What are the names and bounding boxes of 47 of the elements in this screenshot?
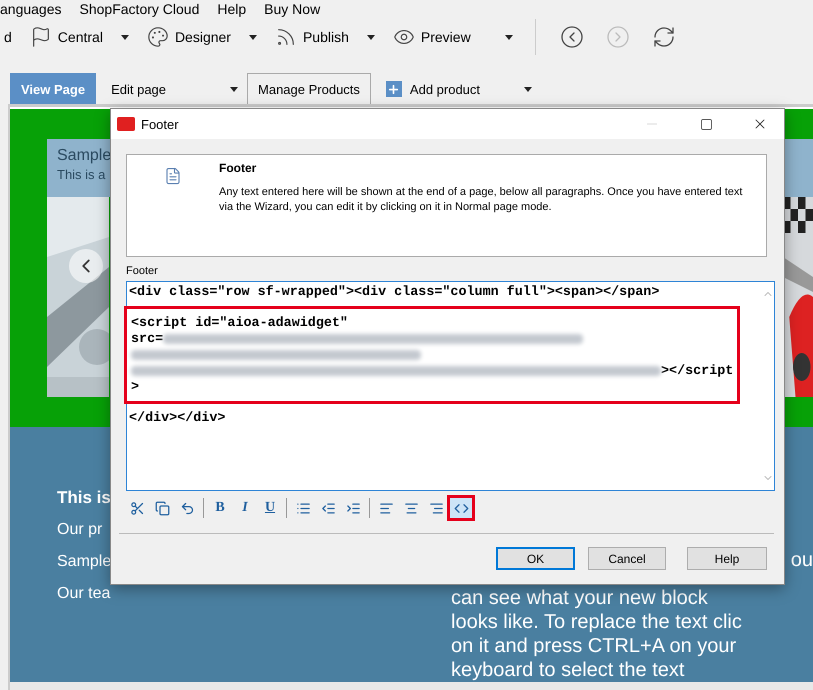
hero-subtitle: This is a [57,167,106,182]
section-heading: This is [57,487,112,509]
document-icon [164,167,182,185]
code-button[interactable] [450,498,472,518]
tab[interactable]: Edit page [100,73,244,104]
paragraph-line: on it and press CTRL+A on your [451,634,738,658]
align-left-icon [378,500,394,516]
dialog-title: Footer [141,116,180,132]
info-description: Any text entered here will be shown at the end of a page, below all paragraphs. Once you have entered text via the Wizard, you can edit it by clicking on it in Normal page mode. [219,185,744,215]
palette-icon [146,26,169,48]
paragraph-line: looks like. To replace the text clic [451,610,742,634]
toolbar-button[interactable]: Central [26,24,133,50]
align-center-icon [404,500,418,516]
toolbar-button[interactable]: Preview [388,24,517,50]
tab[interactable]: Add product [374,73,544,104]
bold-button[interactable]: B [209,498,231,518]
info-title: Footer [219,161,258,175]
align-right-icon [428,500,444,516]
carousel-prev-button[interactable] [69,249,103,283]
copy-icon [154,500,170,516]
hero-title: Sample [57,147,112,165]
plus-icon [386,81,402,97]
outdent-icon [320,500,336,516]
maximize-button[interactable] [700,118,712,130]
refresh-icon[interactable] [652,25,676,50]
italic-button[interactable]: I [234,498,256,518]
menu-item[interactable]: Buy Now [264,0,320,17]
toolbar-button[interactable]: Publish [270,24,379,50]
back-icon[interactable] [560,25,584,50]
paragraph-fragment: ou [790,549,813,572]
paragraph-line: keyboard to select the text [451,658,686,682]
field-label: Footer [126,265,159,277]
underline-button[interactable]: U [259,498,281,518]
dialog-button[interactable]: OK [496,547,575,570]
undo-icon [180,500,194,516]
dialog-button[interactable]: Cancel [588,547,666,570]
paragraph-line: can see what your new block [451,586,709,610]
toolbar-button[interactable]: Designer [142,24,261,50]
menu-item[interactable]: Help [217,0,246,17]
menu-item[interactable]: anguages [0,0,62,17]
list-icon [296,500,310,516]
app-logo-icon [117,117,135,131]
cut-icon [130,500,144,516]
dialog-button[interactable]: Help [687,547,767,570]
toolbar-button[interactable]: d [0,27,16,48]
menu-item[interactable]: ShopFactory Cloud [80,0,200,17]
indent-icon [346,500,360,516]
